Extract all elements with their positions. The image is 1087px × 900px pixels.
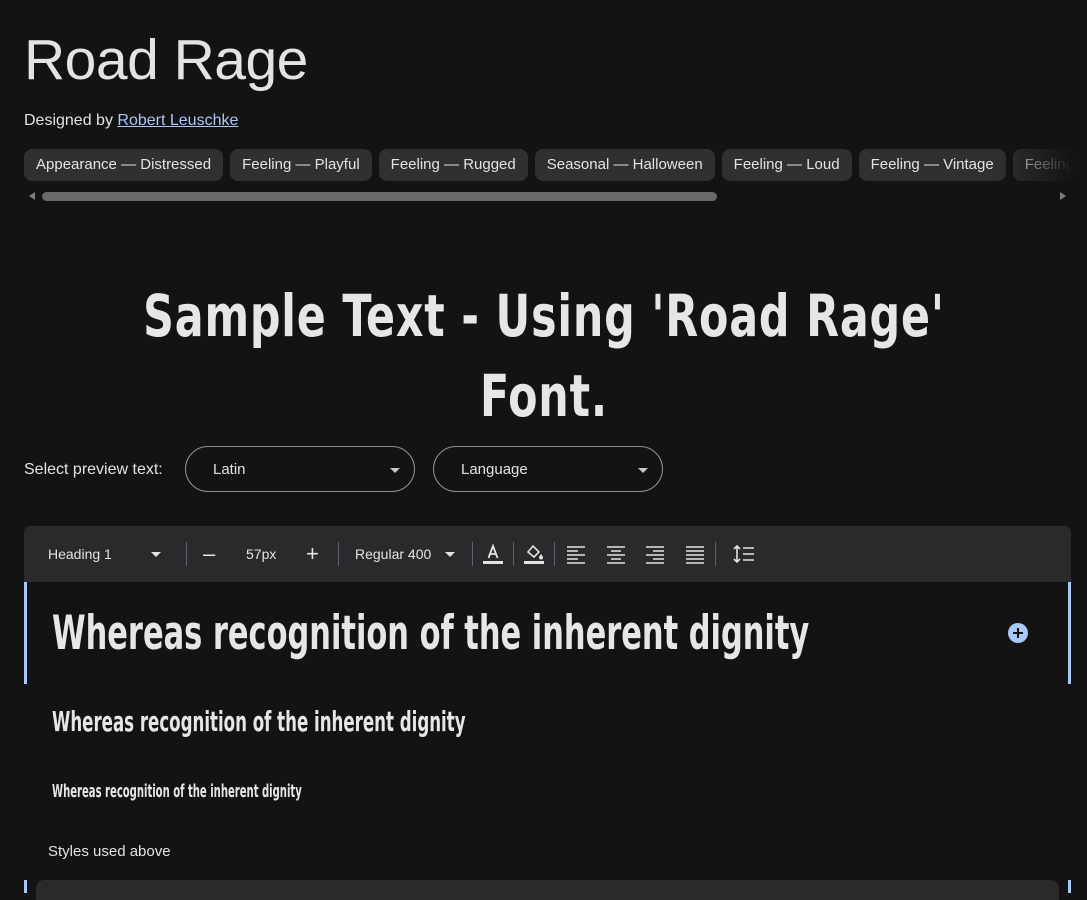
horizontal-scrollbar-thumb[interactable] — [42, 192, 717, 201]
styles-used-label: Styles used above — [48, 843, 171, 860]
panel-accent-right — [1068, 880, 1071, 893]
tag-chip[interactable]: Feeling — Vintage — [858, 149, 1006, 181]
style-caret-down-icon[interactable] — [151, 552, 161, 557]
align-right-icon[interactable] — [643, 542, 667, 566]
tag-chip[interactable]: Seasonal — Halloween — [534, 149, 715, 181]
select-preview-label: Select preview text: — [24, 461, 163, 478]
designer-link[interactable]: Robert Leuschke — [117, 112, 238, 129]
text-color-icon[interactable] — [481, 542, 505, 566]
caret-down-icon — [638, 468, 648, 473]
script-dropdown[interactable]: Latin — [185, 446, 415, 492]
caret-down-icon — [390, 468, 400, 473]
font-title: Road Rage — [24, 28, 308, 92]
toolbar-divider — [186, 542, 187, 566]
language-dropdown[interactable]: Language — [433, 446, 663, 492]
tag-chip[interactable]: Appearance — Distressed — [24, 149, 224, 181]
toolbar-divider — [472, 542, 473, 566]
toolbar-divider — [554, 542, 555, 566]
tag-chip[interactable]: Feeling — Rugged — [378, 149, 528, 181]
decrease-size-button[interactable]: – — [203, 526, 215, 582]
align-left-icon[interactable] — [564, 542, 588, 566]
preview-line-heading-2[interactable]: Whereas recognition of the inherent dign… — [52, 705, 466, 739]
line-height-icon[interactable] — [732, 542, 756, 566]
tag-chip[interactable]: Feeling — [1012, 149, 1086, 181]
designer-line: Designed by Robert Leuschke — [24, 110, 238, 132]
weight-caret-down-icon[interactable] — [445, 552, 455, 557]
language-dropdown-value: Language — [461, 461, 528, 478]
weight-select[interactable]: Regular 400 — [355, 526, 431, 582]
add-circle-icon[interactable] — [1007, 622, 1029, 644]
preview-line-heading-1[interactable]: Whereas recognition of the inherent dign… — [52, 606, 809, 662]
scroll-left-arrow-icon[interactable] — [29, 192, 35, 200]
designed-by-label: Designed by — [24, 112, 113, 129]
increase-size-button[interactable]: + — [306, 526, 319, 582]
style-select[interactable]: Heading 1 — [48, 526, 112, 582]
tag-chip[interactable]: Feeling — Playful — [230, 149, 372, 181]
font-size-value[interactable]: 57px — [246, 526, 276, 582]
scroll-right-arrow-icon[interactable] — [1060, 192, 1066, 200]
preview-line-heading-3[interactable]: Whereas recognition of the inherent dign… — [52, 781, 302, 803]
fill-color-icon[interactable] — [522, 542, 546, 566]
toolbar-divider — [513, 542, 514, 566]
script-dropdown-value: Latin — [213, 461, 246, 478]
tag-chip[interactable]: Feeling — Loud — [721, 149, 852, 181]
toolbar-divider — [715, 542, 716, 566]
panel-accent-left — [24, 880, 27, 893]
toolbar-divider — [338, 542, 339, 566]
editor-toolbar: Heading 1 – 57px + Regular 400 — [24, 526, 1071, 582]
align-center-icon[interactable] — [604, 542, 628, 566]
align-justify-icon[interactable] — [683, 542, 707, 566]
styles-panel — [36, 880, 1059, 900]
tag-list: Appearance — Distressed Feeling — Playfu… — [24, 149, 1087, 181]
sample-text: Sample Text - Using 'Road Rage' Font. — [143, 282, 945, 430]
